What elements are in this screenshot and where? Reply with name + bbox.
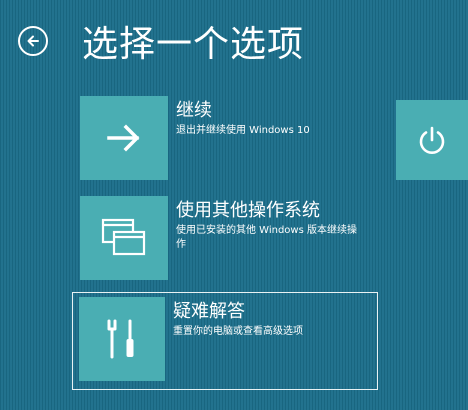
troubleshoot-tile[interactable] xyxy=(79,297,165,381)
use-another-os-description: 使用已安装的其他 Windows 版本继续操作 xyxy=(176,225,357,250)
continue-option[interactable]: 继续 退出并继续使用 Windows 10 xyxy=(80,96,376,180)
arrow-right-icon xyxy=(107,124,140,152)
power-button[interactable] xyxy=(396,100,468,180)
troubleshoot-option[interactable]: 疑难解答 重置你的电脑或查看高级选项 xyxy=(72,292,378,390)
continue-label: 继续 xyxy=(176,100,212,121)
power-icon xyxy=(419,126,445,154)
windows-stack-icon xyxy=(101,218,146,256)
back-button[interactable] xyxy=(18,26,48,56)
continue-text: 继续 退出并继续使用 Windows 10 xyxy=(176,96,376,138)
use-another-os-label: 使用其他操作系统 xyxy=(176,200,320,221)
troubleshoot-text: 疑难解答 重置你的电脑或查看高级选项 xyxy=(173,297,373,339)
use-another-os-option[interactable]: 使用其他操作系统 使用已安装的其他 Windows 版本继续操作 xyxy=(80,196,376,280)
header: 选择一个选项 xyxy=(18,16,304,66)
continue-tile[interactable] xyxy=(80,96,168,180)
use-another-os-text: 使用其他操作系统 使用已安装的其他 Windows 版本继续操作 xyxy=(176,196,376,252)
troubleshoot-description: 重置你的电脑或查看高级选项 xyxy=(173,326,303,337)
back-arrow-icon xyxy=(27,35,39,47)
page-title: 选择一个选项 xyxy=(82,24,305,65)
tools-icon xyxy=(107,319,134,359)
use-another-os-tile[interactable] xyxy=(80,196,168,280)
troubleshoot-label: 疑难解答 xyxy=(173,301,245,322)
continue-description: 退出并继续使用 Windows 10 xyxy=(176,125,310,136)
